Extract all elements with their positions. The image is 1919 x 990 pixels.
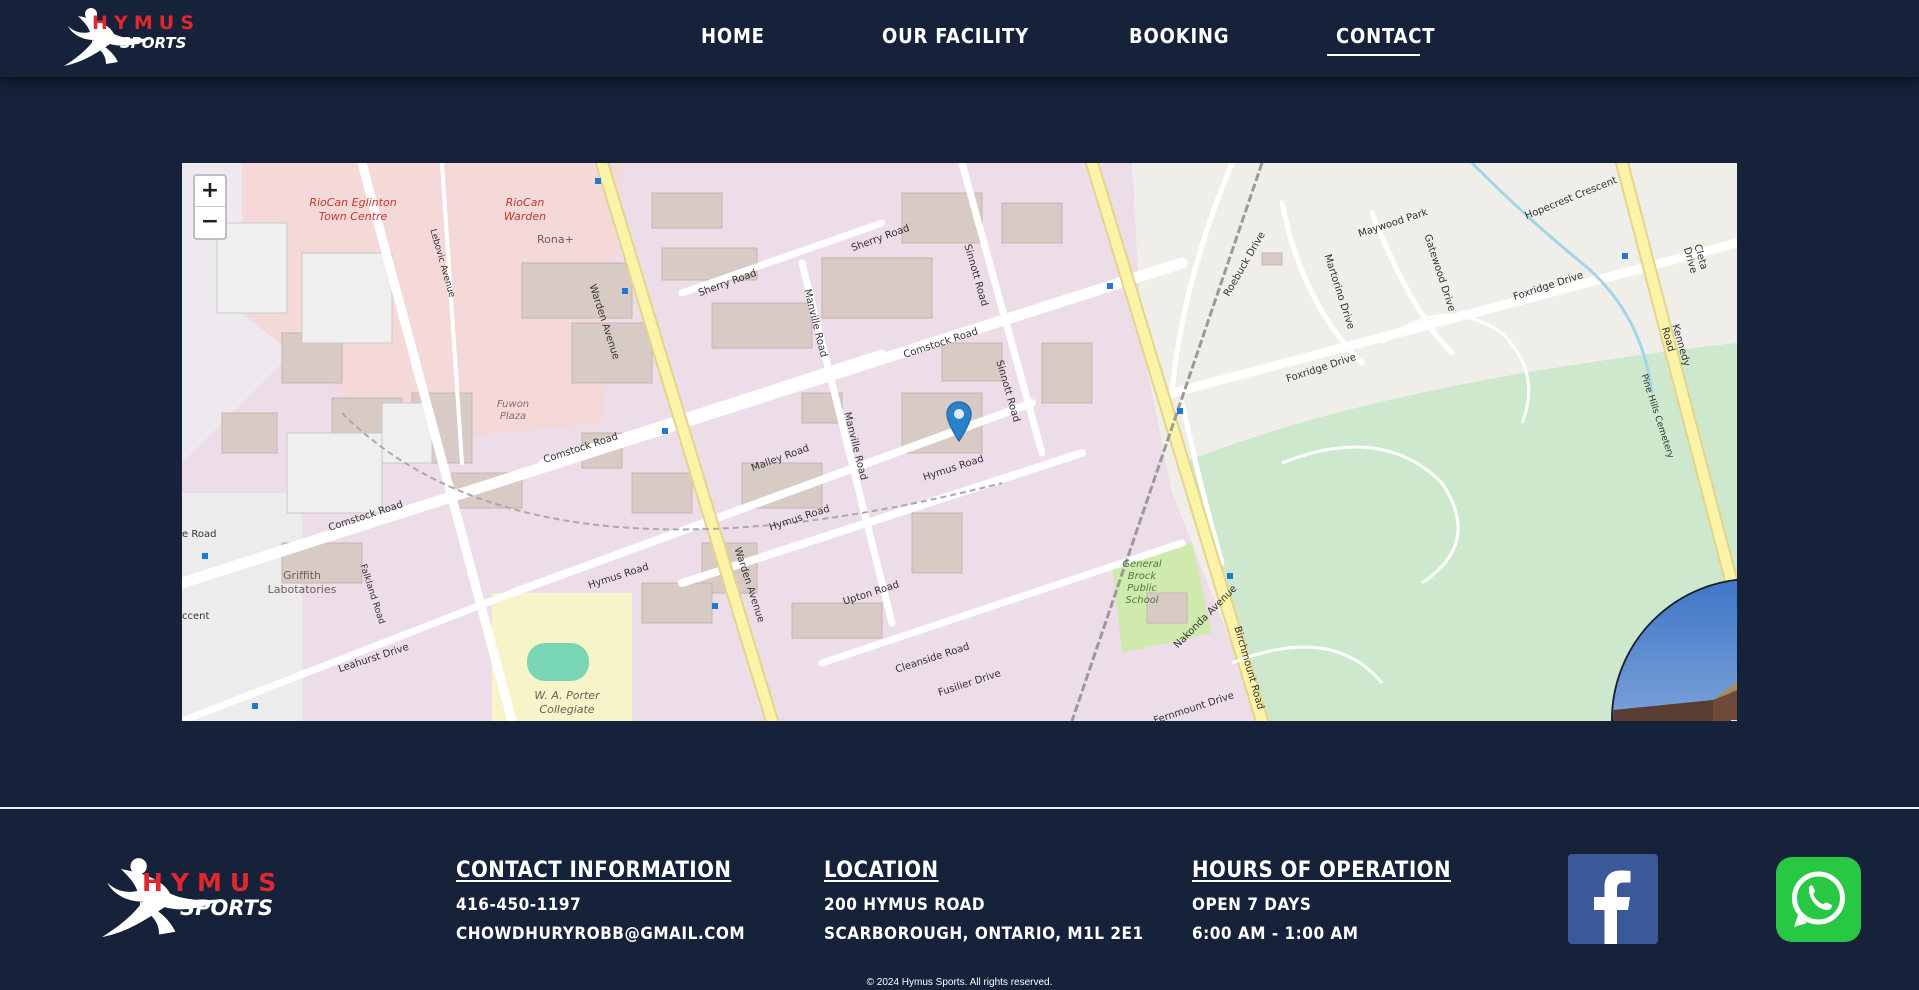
location-heading: LOCATION (824, 858, 939, 883)
brand-name: HYMUS (92, 12, 201, 34)
map-label-griffith: Griffith Labotatories (267, 569, 337, 596)
contact-phone[interactable]: 416-450-1197 (456, 895, 581, 915)
map-label-general-brock: General Brock Public School (1122, 559, 1162, 606)
map-label-riocan-warden: RioCan Warden (503, 196, 547, 223)
header: HYMUS SPORTS HOME OUR FACILITY BOOKING C… (0, 0, 1919, 77)
nav-booking[interactable]: BOOKING (1129, 22, 1229, 50)
nav-contact[interactable]: CONTACT (1336, 22, 1435, 50)
nav-home[interactable]: HOME (701, 22, 765, 50)
zoom-in-button[interactable]: + (195, 176, 225, 206)
zoom-out-button[interactable]: − (195, 206, 225, 237)
nav-our-facility[interactable]: OUR FACILITY (882, 22, 1029, 50)
header-logo[interactable]: HYMUS SPORTS (48, 4, 218, 72)
map-zoom-control: + − (193, 174, 227, 240)
map-label-wa-porter: W. A. Porter Collegiate (534, 689, 600, 716)
map-label-ccent: ccent (182, 611, 210, 622)
map-label-riocan-eglinton: RioCan Eglinton Town Centre (309, 196, 397, 223)
footer-brand-name: HYMUS (142, 868, 285, 897)
hours-days: OPEN 7 DAYS (1192, 895, 1312, 915)
footer-brand-sub: SPORTS (180, 896, 274, 920)
nav-active-indicator (1327, 54, 1420, 56)
facebook-icon[interactable] (1568, 854, 1658, 944)
hours-heading: HOURS OF OPERATION (1192, 858, 1451, 883)
footer-logo[interactable]: HYMUS SPORTS (80, 852, 320, 946)
map-label-fuwon: Fuwon Plaza (496, 399, 530, 422)
map-label-e-road: e Road (182, 529, 217, 540)
location-marker-icon[interactable] (946, 401, 972, 443)
contact-heading: CONTACT INFORMATION (456, 858, 732, 883)
hours-times: 6:00 AM - 1:00 AM (1192, 924, 1359, 944)
map-label-rona: Rona+ (537, 233, 574, 246)
map-view[interactable]: RioCan Eglinton Town Centre RioCan Warde… (182, 163, 1737, 721)
copyright: © 2024 Hymus Sports. All rights reserved… (866, 977, 1053, 988)
contact-email[interactable]: CHOWDHURYROBB@GMAIL.COM (456, 924, 745, 944)
whatsapp-icon[interactable] (1776, 857, 1861, 942)
brand-sub: SPORTS (120, 34, 187, 52)
location-street: 200 HYMUS ROAD (824, 895, 986, 915)
location-city: SCARBOROUGH, ONTARIO, M1L 2E1 (824, 924, 1144, 944)
